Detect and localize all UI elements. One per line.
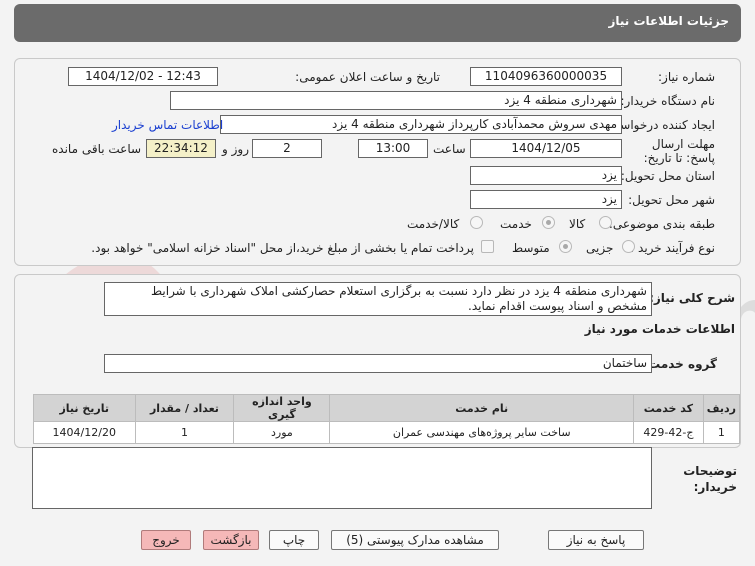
description-textarea[interactable]: شهرداری منطقه 4 یزد در نظر دارد نسبت به …: [104, 282, 652, 316]
services-table: ردیف کد خدمت نام خدمت واحد اندازه گیری ت…: [33, 394, 741, 444]
services-section-title: اطلاعات خدمات مورد نیاز: [584, 322, 735, 336]
back-button[interactable]: بازگشت: [203, 530, 259, 550]
treasury-payment-checkbox[interactable]: [481, 240, 494, 253]
province-label: استان محل تحویل:: [620, 169, 715, 183]
cell-code: ج-42-429: [633, 421, 704, 444]
deadline-label: مهلت ارسال پاسخ: تا تاریخ:: [643, 137, 715, 165]
deadline-time-field: 13:00: [358, 139, 428, 158]
process-option-medium: متوسط: [512, 241, 550, 255]
description-label: شرح کلی نیاز:: [649, 291, 735, 305]
announce-label: تاریخ و ساعت اعلان عمومی:: [295, 70, 440, 84]
service-group-field: ساختمان: [104, 354, 652, 373]
page-title: جزئیات اطلاعات نیاز: [608, 14, 729, 28]
table-row: 1 ج-42-429 ساخت سایر پروژه‌های مهندسی عم…: [33, 421, 741, 444]
category-radio-service[interactable]: [542, 216, 555, 229]
creator-field: مهدی سروش محمدآبادی کارپرداز شهرداری منط…: [220, 115, 622, 134]
exit-button[interactable]: خروج: [141, 530, 191, 550]
process-radio-minor[interactable]: [622, 240, 635, 253]
col-date: تاریخ نیاز: [33, 394, 136, 422]
need-number-field: 1104096360000035: [470, 67, 622, 86]
col-row: ردیف: [702, 394, 741, 422]
process-option-minor: جزیی: [586, 241, 614, 255]
table-header-row: ردیف کد خدمت نام خدمت واحد اندازه گیری ت…: [33, 394, 741, 422]
province-field: یزد: [470, 166, 622, 185]
remaining-time-field: 22:34:12: [146, 139, 216, 158]
treasury-payment-note: پرداخت تمام یا بخشی از مبلغ خرید،از محل …: [91, 241, 474, 255]
category-radio-goods-service[interactable]: [470, 216, 483, 229]
buyer-notes-textarea[interactable]: [32, 447, 652, 509]
print-button[interactable]: چاپ: [269, 530, 319, 550]
col-qty: تعداد / مقدار: [134, 394, 235, 422]
cell-name: ساخت سایر پروژه‌های مهندسی عمران: [329, 421, 635, 444]
buyer-org-label: نام دستگاه خریدار:: [620, 94, 716, 108]
cell-date: 1404/12/20: [33, 421, 136, 444]
deadline-date-field: 1404/12/05: [470, 139, 622, 158]
days-field: 2: [252, 139, 322, 158]
remaining-time-label: ساعت باقی مانده: [52, 142, 142, 156]
announce-field: 1404/12/02 - 12:43: [68, 67, 218, 86]
need-number-label: شماره نیاز:: [658, 70, 715, 84]
col-name: نام خدمت: [329, 394, 635, 422]
page-header: جزئیات اطلاعات نیاز: [14, 4, 741, 42]
city-field: یزد: [470, 190, 622, 209]
category-option-goods-service: کالا/خدمت: [407, 217, 460, 231]
process-label: نوع فرآیند خرید :: [630, 241, 715, 255]
days-label: روز و: [222, 142, 249, 156]
buyer-notes-label: توضیحات خریدار:: [683, 464, 737, 494]
city-label: شهر محل تحویل:: [628, 193, 715, 207]
cell-qty: 1: [134, 421, 235, 444]
buyer-org-field: شهرداری منطقه 4 یزد: [170, 91, 622, 110]
cell-unit: مورد: [233, 421, 331, 444]
category-option-goods: کالا: [569, 217, 586, 231]
attachments-button[interactable]: مشاهده مدارک پیوستی (5): [331, 530, 499, 550]
cell-row: 1: [702, 421, 741, 444]
category-label: طبقه بندی موضوعی:: [608, 217, 715, 231]
category-radio-goods[interactable]: [599, 216, 612, 229]
reply-button[interactable]: پاسخ به نیاز: [548, 530, 644, 550]
deadline-time-label: ساعت: [433, 142, 466, 156]
contact-buyer-link[interactable]: اطلاعات تماس خریدار: [112, 118, 223, 132]
category-option-service: خدمت: [500, 217, 532, 231]
col-code: کد خدمت: [633, 394, 704, 422]
service-group-label: گروه خدمت:: [643, 357, 717, 371]
process-radio-medium[interactable]: [559, 240, 572, 253]
col-unit: واحد اندازه گیری: [233, 394, 331, 422]
